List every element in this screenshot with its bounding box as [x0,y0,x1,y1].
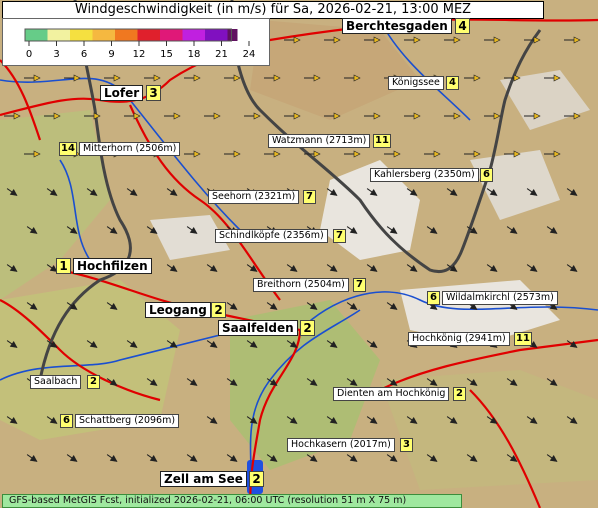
place-label: Kahlersberg (2350m) [370,168,479,182]
legend-color-swatch [182,29,205,41]
place-label: Saalbach [30,375,82,389]
place-label: Leogang [145,302,211,318]
legend-tick-label: 0 [26,49,32,60]
wind-value-badge: 11 [373,134,391,148]
legend-tick-label: 9 [108,49,114,60]
legend-color-swatch [92,29,115,41]
wind-value-badge: 14 [59,142,77,156]
legend-color-swatch [25,29,48,41]
legend: 0 3 6 9 12 15 18 21 24 [2,18,270,66]
place-label: Königssee [388,76,444,90]
legend-color-swatch [160,29,183,41]
legend-color-swatch [137,29,160,41]
legend-scale: 0 3 6 9 12 15 18 21 24 [24,28,256,60]
map-title: Windgeschwindigkeit (in m/s) für Sa, 202… [2,1,544,19]
wind-value-badge: 2 [211,302,226,318]
wind-map: Windgeschwindigkeit (in m/s) für Sa, 202… [0,0,598,508]
place-label: Hochkasern (2017m) [287,438,395,452]
legend-color-swatch [205,29,228,41]
wind-value-badge: 11 [514,332,532,346]
wind-value-badge: 3 [400,438,413,452]
wind-value-badge: 2 [453,387,466,401]
wind-value-badge: 4 [446,76,459,90]
place-label: Saalfelden [218,320,298,336]
wind-value-badge: 3 [146,85,161,101]
wind-value-badge: 6 [60,414,73,428]
wind-value-badge: 7 [303,190,316,204]
place-label: Seehorn (2321m) [208,190,300,204]
place-label: Breithorn (2504m) [253,278,349,292]
wind-value-badge: 1 [56,258,71,274]
legend-tick-label: 6 [81,49,87,60]
place-label: Mitterhorn (2506m) [79,142,181,156]
legend-tick-label: 24 [243,49,256,60]
wind-value-badge: 2 [300,320,315,336]
legend-tick-label: 15 [160,49,173,60]
legend-color-swatch [227,29,238,41]
legend-color-swatch [115,29,138,41]
wind-value-badge: 6 [480,168,493,182]
legend-tick-label: 3 [53,49,59,60]
place-label: Watzmann (2713m) [268,134,371,148]
wind-value-badge: 6 [427,291,440,305]
place-label: Wildalmkirchl (2573m) [442,291,558,305]
place-label: Dienten am Hochkönig [333,387,450,401]
wind-value-badge: 4 [455,18,470,34]
place-label: Schattberg (2096m) [75,414,180,428]
wind-value-badge: 2 [87,375,100,389]
legend-tick-label: 18 [188,49,201,60]
legend-color-swatch [70,29,93,41]
place-label: Lofer [100,85,144,101]
forecast-footer: GFS-based MetGIS Fcst, initialized 2026-… [2,494,462,508]
place-label: Zell am See [160,471,247,487]
place-label: Schindlköpfe (2356m) [215,229,328,243]
legend-color-swatch [47,29,70,41]
terrain-layer [0,0,598,508]
place-label: Hochkönig (2941m) [408,332,510,346]
place-label: Berchtesgaden [342,18,452,34]
place-label: Hochfilzen [73,258,152,274]
legend-tick-label: 12 [133,49,146,60]
wind-value-badge: 7 [353,278,366,292]
legend-tick-label: 21 [215,49,228,60]
wind-value-badge: 2 [249,471,264,487]
wind-value-badge: 7 [333,229,346,243]
